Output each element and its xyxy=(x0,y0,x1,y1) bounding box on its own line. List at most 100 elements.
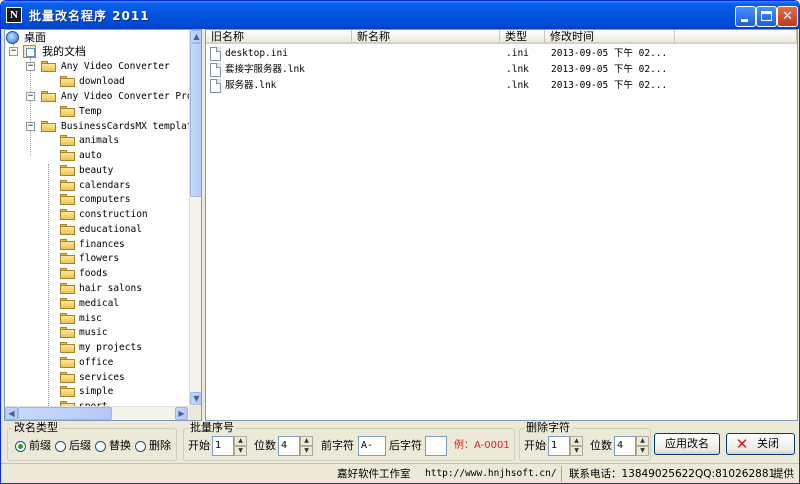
file-list[interactable]: 旧名称 新名称 类型 修改时间 desktop.ini .ini 2013-09… xyxy=(205,29,798,421)
delete-start-input[interactable]: 1 xyxy=(548,436,570,456)
file-row[interactable]: 服务器.lnk .lnk 2013-09-05 下午 02... xyxy=(206,78,796,94)
spin-down-icon[interactable]: ▼ xyxy=(300,446,313,456)
spin-down-icon[interactable]: ▼ xyxy=(636,446,649,456)
scroll-up-icon[interactable]: ▲ xyxy=(190,30,201,43)
tree-item-child[interactable]: construction xyxy=(5,207,189,222)
folder-icon xyxy=(60,150,75,161)
column-header-old-name[interactable]: 旧名称 xyxy=(206,30,352,44)
tree-item-child[interactable]: flowers xyxy=(5,251,189,266)
folder-icon xyxy=(60,106,75,117)
spin-up-icon[interactable]: ▲ xyxy=(570,436,583,446)
tree-item-child[interactable]: simple xyxy=(5,384,189,399)
spin-up-icon[interactable]: ▲ xyxy=(234,436,247,446)
scroll-thumb[interactable] xyxy=(190,43,201,197)
close-window-button[interactable]: ✕ xyxy=(777,6,798,27)
tree-item-child[interactable]: hair salons xyxy=(5,281,189,296)
tree-item-child[interactable]: my projects xyxy=(5,340,189,355)
tree-item-label: computers xyxy=(79,194,131,205)
tree-item-label: beauty xyxy=(79,165,114,176)
tree-item-child[interactable]: computers xyxy=(5,192,189,207)
tree-item-businesscardsmx[interactable]: − BusinessCardsMX templat xyxy=(5,119,193,134)
minimize-button[interactable] xyxy=(735,6,756,27)
title-bar[interactable]: N 批量改名程序 2011 ✕ xyxy=(1,1,799,29)
digits-label: 位数 xyxy=(254,439,276,452)
tree-item-child[interactable]: finances xyxy=(5,237,189,252)
close-x-icon: ✕ xyxy=(735,435,749,453)
suffix-input[interactable] xyxy=(425,436,447,456)
folder-icon xyxy=(60,76,75,87)
radio-suffix[interactable] xyxy=(55,441,66,452)
tree-item-desktop[interactable]: 桌面 xyxy=(5,30,189,45)
tree-item-child[interactable]: educational xyxy=(5,222,189,237)
folder-icon xyxy=(60,283,75,294)
tree-item-any-video-converter-pro[interactable]: − Any Video Converter Pro xyxy=(5,89,193,104)
file-row[interactable]: desktop.ini .ini 2013-09-05 下午 02... xyxy=(206,46,796,62)
tree-horizontal-scrollbar[interactable]: ◀ ▶ xyxy=(5,406,189,420)
tree-vertical-scrollbar[interactable]: ▲ ▼ xyxy=(189,30,201,406)
scroll-left-icon[interactable]: ◀ xyxy=(5,407,18,420)
folder-tree[interactable]: 桌面 − 我的文档 − Any Video Converter download… xyxy=(4,29,202,421)
file-type: .ini xyxy=(506,48,529,59)
tree-item-child[interactable]: medical xyxy=(5,296,189,311)
tree-item-child[interactable]: beauty xyxy=(5,163,189,178)
example-text: 例：A-0001 xyxy=(454,440,510,451)
tree-item-label: finances xyxy=(79,239,125,250)
column-header-type[interactable]: 类型 xyxy=(500,30,545,44)
file-old-name: 服务器.lnk xyxy=(225,80,277,91)
close-button[interactable]: ✕ 关闭 xyxy=(726,433,795,455)
spin-down-icon[interactable]: ▼ xyxy=(570,446,583,456)
delete-digits-input[interactable]: 4 xyxy=(614,436,636,456)
collapse-icon[interactable]: − xyxy=(26,92,35,101)
spin-down-icon[interactable]: ▼ xyxy=(234,446,247,456)
tree-item-temp[interactable]: Temp xyxy=(5,104,189,119)
column-header-filler xyxy=(675,30,797,44)
tree-item-my-documents[interactable]: − 我的文档 xyxy=(5,44,189,59)
tree-item-child[interactable]: auto xyxy=(5,148,189,163)
scroll-right-icon[interactable]: ▶ xyxy=(175,407,188,420)
batch-start-input[interactable]: 1 xyxy=(212,436,234,456)
scroll-thumb[interactable] xyxy=(18,407,112,420)
spin-up-icon[interactable]: ▲ xyxy=(636,436,649,446)
batch-start-spinner[interactable]: ▲ ▼ xyxy=(234,436,247,456)
tree-item-child[interactable]: sport xyxy=(5,399,189,406)
tree-item-child[interactable]: music xyxy=(5,325,189,340)
column-header-modified[interactable]: 修改时间 xyxy=(545,30,675,44)
radio-delete[interactable] xyxy=(135,441,146,452)
delete-start-spinner[interactable]: ▲ ▼ xyxy=(570,436,583,456)
tree-item-child[interactable]: foods xyxy=(5,266,189,281)
collapse-icon[interactable]: − xyxy=(9,47,18,56)
file-row[interactable]: 套接字服务器.lnk .lnk 2013-09-05 下午 02... xyxy=(206,62,796,78)
delete-digits-spinner[interactable]: ▲ ▼ xyxy=(636,436,649,456)
scroll-down-icon[interactable]: ▼ xyxy=(190,392,201,405)
tree-item-child[interactable]: services xyxy=(5,370,189,385)
folder-icon xyxy=(60,342,75,353)
maximize-button[interactable] xyxy=(756,6,777,27)
tree-item-child[interactable]: calendars xyxy=(5,178,189,193)
apply-rename-button[interactable]: 应用改名 xyxy=(654,433,720,455)
prefix-input[interactable]: A- xyxy=(358,436,386,456)
file-modified: 2013-09-05 下午 02... xyxy=(551,64,668,75)
batch-digits-input[interactable]: 4 xyxy=(278,436,300,456)
file-icon xyxy=(210,63,221,77)
collapse-icon[interactable]: − xyxy=(26,122,35,131)
desktop-icon xyxy=(6,31,19,44)
radio-prefix[interactable] xyxy=(15,441,26,452)
batch-digits-spinner[interactable]: ▲ ▼ xyxy=(300,436,313,456)
tree-item-download[interactable]: download xyxy=(5,74,189,89)
radio-replace[interactable] xyxy=(95,441,106,452)
collapse-icon[interactable]: − xyxy=(26,62,35,71)
tree-item-child[interactable]: animals xyxy=(5,133,189,148)
folder-icon xyxy=(60,386,75,397)
app-icon: N xyxy=(6,7,22,23)
minimize-icon xyxy=(741,19,748,22)
my-documents-icon xyxy=(23,45,36,58)
scrollbar-corner xyxy=(189,406,201,420)
tree-item-child[interactable]: misc xyxy=(5,311,189,326)
tree-item-label: educational xyxy=(79,224,142,235)
tree-item-label: flowers xyxy=(79,253,120,264)
spin-up-icon[interactable]: ▲ xyxy=(300,436,313,446)
tree-item-any-video-converter[interactable]: − Any Video Converter xyxy=(5,59,189,74)
tree-item-child[interactable]: office xyxy=(5,355,189,370)
column-header-new-name[interactable]: 新名称 xyxy=(352,30,500,44)
tree-item-label: medical xyxy=(79,298,120,309)
